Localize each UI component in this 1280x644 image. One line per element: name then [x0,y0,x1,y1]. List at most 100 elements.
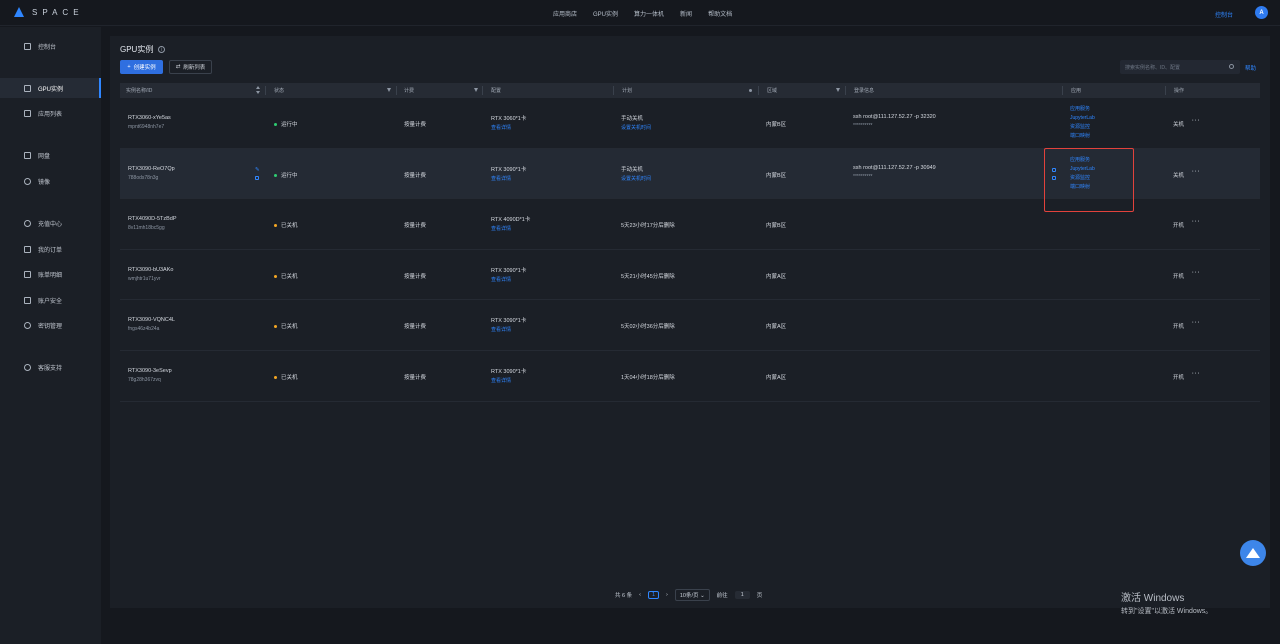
search-input[interactable]: 搜索实例名称、ID、配置 [1120,60,1240,74]
copy-icon[interactable] [255,175,259,180]
key-icon [24,321,31,329]
config-detail-link[interactable]: 查看详情 [491,326,526,333]
page-number-current[interactable]: 1 [647,591,660,599]
sidebar-item-account-security[interactable]: 账户安全 [0,290,101,310]
windows-activation-watermark: 激活 Windows 转到"设置"以激活 Windows。 [1121,589,1212,616]
assistant-fab[interactable] [1240,540,1266,566]
sidebar-item-orders[interactable]: 我的订单 [0,239,101,259]
start-button[interactable]: 开机 [1173,221,1184,229]
instance-name[interactable]: RTX3090-3eSevp [128,368,172,374]
sidebar: 控制台 GPU实例 应用列表 网盘 镜像 充值中心 我的订单 账单明细 账户安全… [0,27,101,644]
more-icon[interactable]: ··· [1192,219,1201,225]
instance-name[interactable]: RTX3090-VQNC4L [128,317,175,323]
billing-text: 按量计费 [404,122,427,128]
next-page-icon[interactable]: › [666,592,668,598]
sidebar-item-recharge[interactable]: 充值中心 [0,213,101,233]
config-detail-link[interactable]: 查看详情 [491,175,526,182]
start-button[interactable]: 开机 [1173,322,1184,330]
region-text: 内蒙A区 [766,273,787,280]
col-config: 配置 [491,88,502,94]
col-apps: 应用 [1071,88,1082,94]
more-icon[interactable]: ··· [1192,118,1201,124]
topnav-compute-box[interactable]: 算力一体机 [634,9,664,18]
ssh-command[interactable]: ssh root@111.127.52.27 -p 32320 [853,114,936,120]
password-mask[interactable]: ********** [853,123,936,129]
instance-id: mpnt6948nh7e7 [128,124,165,130]
help-link[interactable]: 帮助 [1245,64,1256,72]
more-icon[interactable]: ··· [1192,371,1201,377]
table-row[interactable]: RTX3090-VQNC4L fngs46z4b24a 已关机 按量计费 RTX… [120,300,1260,351]
filter-icon[interactable] [387,88,391,92]
shutdown-button[interactable]: 关机 [1173,171,1184,179]
sidebar-item-label: 镜像 [38,179,51,186]
refresh-list-button[interactable]: ⇄ 刷新列表 [169,60,212,74]
more-icon[interactable]: ··· [1192,270,1201,276]
sidebar-item-bills[interactable]: 账单明细 [0,264,101,284]
plan-sort-icon[interactable] [749,89,752,92]
password-mask[interactable]: ********** [853,174,936,180]
instance-name[interactable]: RTX3060-xYe5as [128,115,171,121]
start-button[interactable]: 开机 [1173,373,1184,381]
page-title: GPU实例 i [120,44,166,55]
config-detail-link[interactable]: 查看详情 [491,225,530,232]
sidebar-item-label: 账单明细 [38,272,63,279]
cube-icon [24,109,31,117]
sidebar-item-gpu-instance[interactable]: GPU实例 [0,78,101,98]
sidebar-item-disk[interactable]: 网盘 [0,145,101,165]
region-text: 内蒙A区 [766,324,787,331]
filter-icon[interactable] [836,88,840,92]
topnav-help-docs[interactable]: 帮助文档 [708,9,732,18]
watermark-line1: 激活 Windows [1121,593,1185,604]
sidebar-item-label: GPU实例 [38,86,64,93]
sidebar-item-app-list[interactable]: 应用列表 [0,103,101,123]
page-title-text: GPU实例 [120,45,154,54]
instance-name[interactable]: RTX3090-ReO7Qp [128,166,175,172]
table-row[interactable]: RTX3090-bU3AKo wmjhtr1u71yvr 已关机 按量计费 RT… [120,250,1260,301]
ssh-command[interactable]: ssh root@111.127.52.27 -p 30949 [853,165,936,171]
config-detail-link[interactable]: 查看详情 [491,124,526,131]
sidebar-item-image[interactable]: 镜像 [0,171,101,191]
plan-text: 5天02小时36分后删除 [621,324,675,331]
prev-page-icon[interactable]: ‹ [639,592,641,598]
table-row[interactable]: RTX3090-3eSevp 78g28h367zvq 已关机 按量计费 RTX… [120,351,1260,402]
set-shutdown-link[interactable]: 设置关机时间 [621,175,651,182]
resource-monitor-link[interactable]: 资源监控 [1070,123,1095,132]
jupyterlab-link[interactable]: JupyterLab [1070,114,1095,123]
region-text: 内蒙B区 [766,172,787,179]
goto-page-input[interactable]: 1 [734,591,750,599]
sidebar-item-support[interactable]: 客服支持 [0,357,101,377]
config-text: RTX 3090*1卡 [491,267,527,274]
edit-icon[interactable]: ✎ [255,167,260,173]
sort-icon-down[interactable] [256,91,260,94]
topnav-news[interactable]: 新闻 [680,9,692,18]
sort-icon[interactable] [256,86,260,89]
top-nav: 应用商店 GPU实例 算力一体机 新闻 帮助文档 [553,9,732,18]
topnav-app-store[interactable]: 应用商店 [553,9,577,18]
sidebar-item-console[interactable]: 控制台 [0,36,101,56]
more-icon[interactable]: ··· [1192,320,1201,326]
shutdown-button[interactable]: 关机 [1173,120,1184,128]
search-icon[interactable] [1229,64,1234,69]
create-instance-button[interactable]: + 创建实例 [120,60,163,74]
info-icon[interactable]: i [158,46,166,53]
page-size-select[interactable]: 10条/页 ⌄ [674,589,710,601]
topnav-gpu-instance[interactable]: GPU实例 [593,9,618,18]
avatar[interactable]: A [1255,6,1268,19]
set-shutdown-link[interactable]: 设置关机时间 [621,124,651,131]
config-detail-link[interactable]: 查看详情 [491,276,526,283]
port-mapping-link[interactable]: 端口映射 [1070,132,1095,141]
plan-cell: 手动关机 设置关机时间 [621,165,651,182]
app-service-link[interactable]: 应用服务 [1070,105,1095,114]
console-link[interactable]: 控制台 [1215,10,1233,19]
instance-name[interactable]: RTX4090D-5TzBdP [128,216,177,222]
col-name: 实例名称/ID [126,88,153,94]
logo[interactable]: SPACE [14,7,84,17]
start-button[interactable]: 开机 [1173,272,1184,280]
table-row[interactable]: RTX3060-xYe5as mpnt6948nh7e7 运行中 按量计费 RT… [120,98,1260,149]
config-detail-link[interactable]: 查看详情 [491,377,526,384]
filter-icon[interactable] [474,88,478,92]
instance-name[interactable]: RTX3090-bU3AKo [128,267,173,273]
sidebar-item-key-management[interactable]: 密钥管理 [0,315,101,335]
plus-icon: + [127,64,131,70]
more-icon[interactable]: ··· [1192,169,1201,175]
